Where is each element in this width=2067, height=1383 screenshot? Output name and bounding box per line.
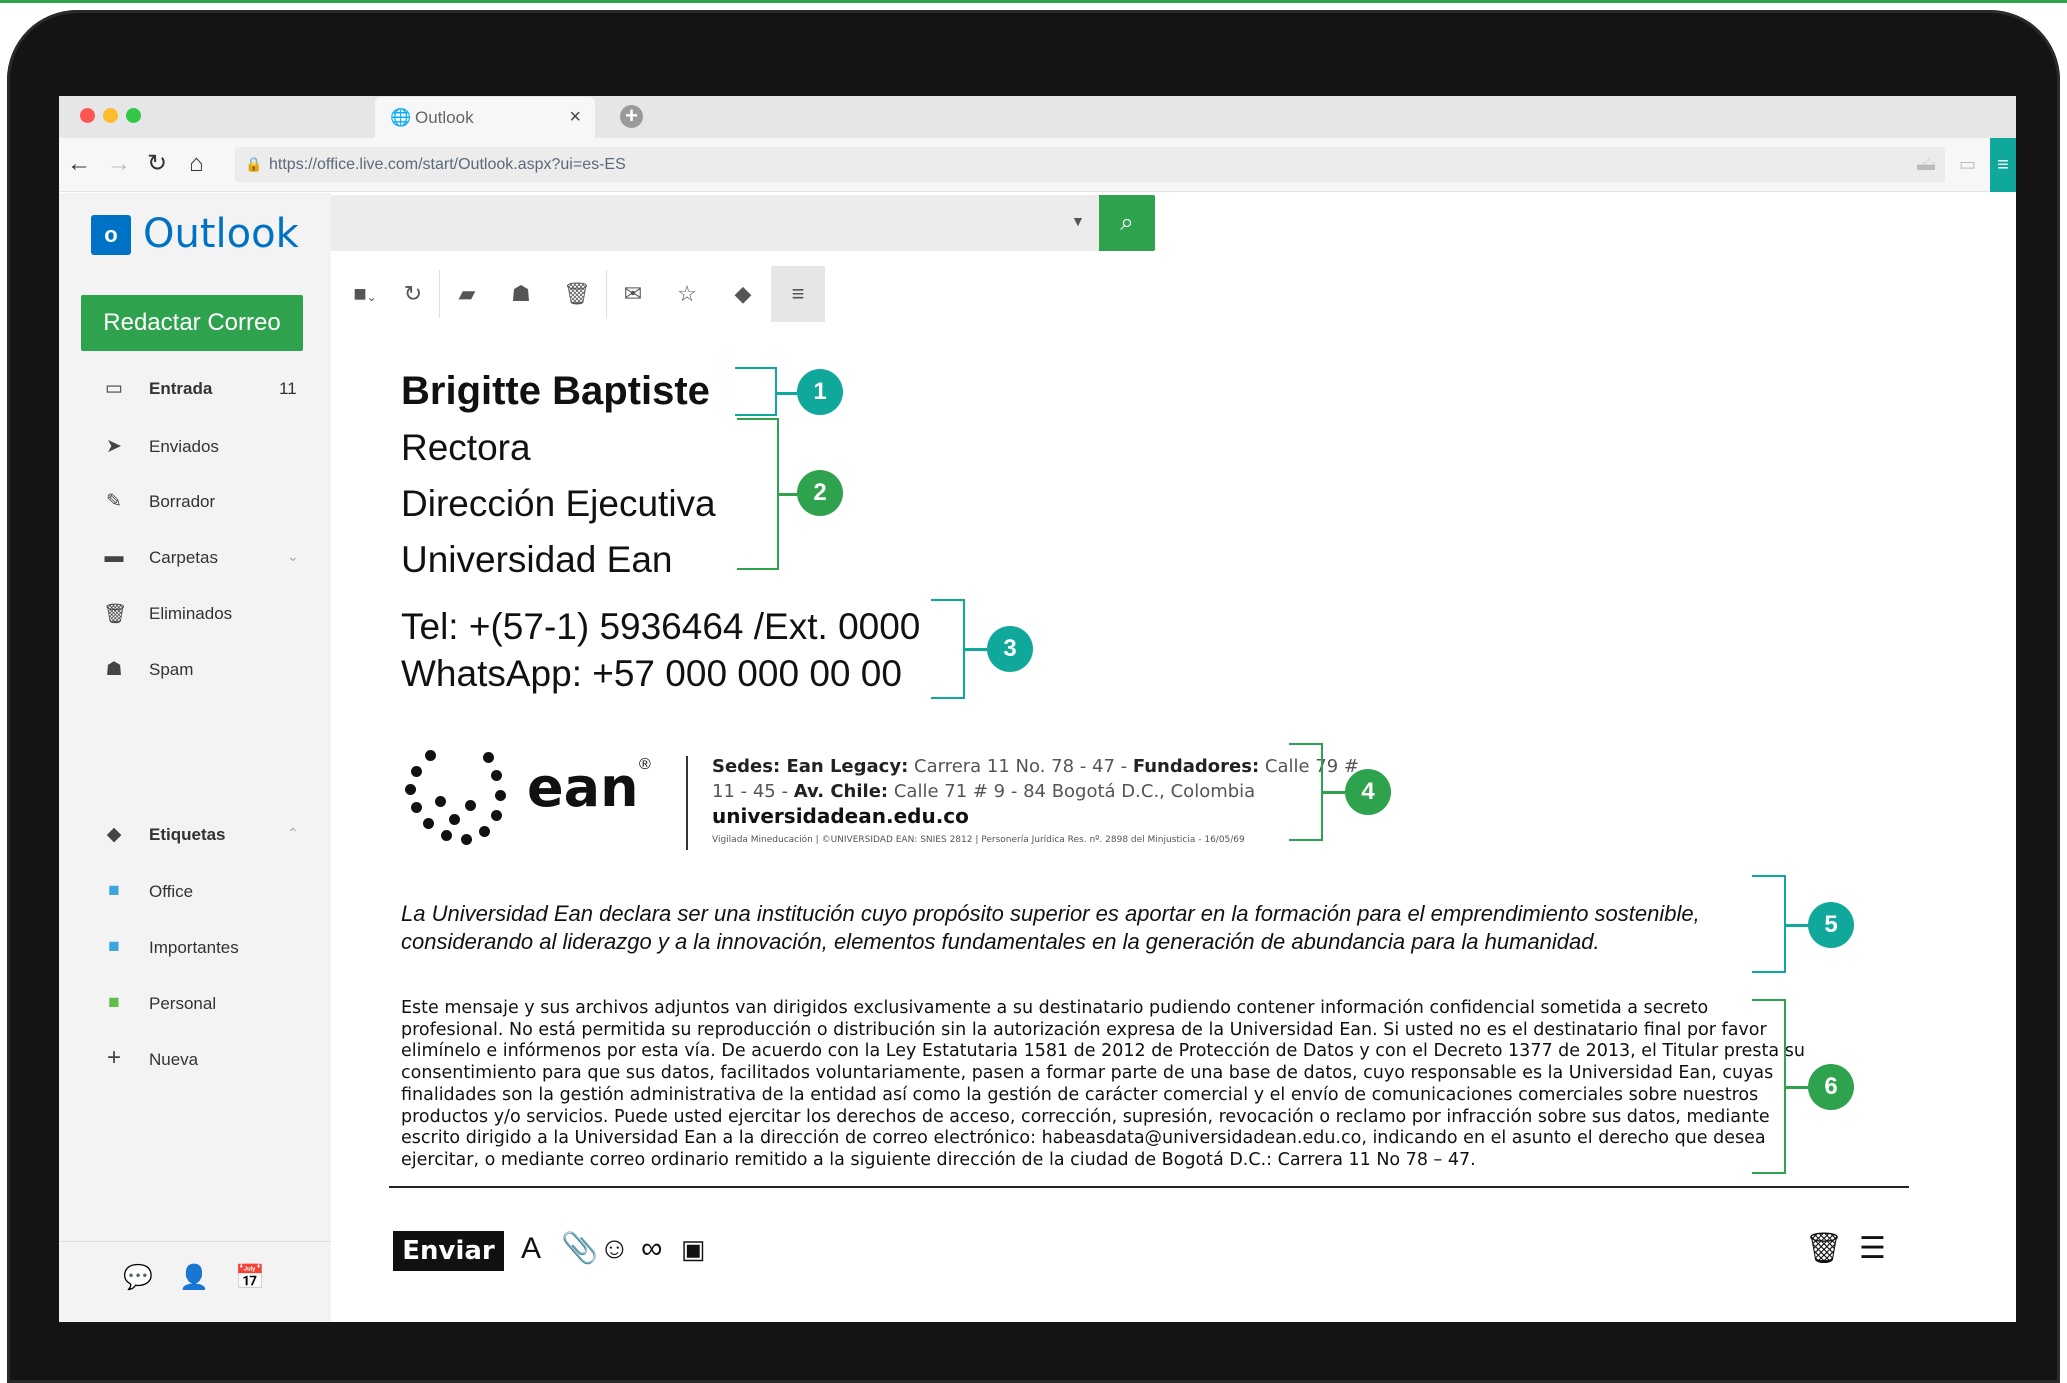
top-accent-line [0, 0, 2067, 3]
disclaimer-line: Este mensaje y sus archivos adjuntos van… [401, 998, 1709, 1018]
image-icon[interactable]: ▣ [681, 1229, 706, 1269]
annotation-marker-4: 4 [1345, 769, 1391, 815]
menu-icon[interactable]: ☰ [1859, 1229, 1886, 1269]
disclaimer-line: escrito dirigido a la Universidad Ean a … [401, 1128, 1766, 1149]
purpose-line: La Universidad Ean declara ser una insti… [401, 901, 1700, 926]
bracket-6 [1752, 999, 1786, 1174]
signature-phone: Tel: +(57-1) 5936464 /Ext. 0000 [401, 606, 921, 647]
bracket-stub [1786, 1086, 1808, 1089]
signature-department: Dirección Ejecutiva [401, 483, 716, 524]
purpose-line: considerando al liderazgo y a la innovac… [401, 929, 1600, 954]
bracket-1 [735, 367, 777, 416]
bracket-stub [1786, 924, 1808, 927]
disclaimer-line: productos y/o servicios. Puede usted eje… [401, 1106, 1770, 1127]
annotation-marker-5: 5 [1808, 902, 1854, 948]
screen: 🌐 Outlook × + ← → ↻ ⌂ 🔒 https://office.l… [59, 96, 2016, 1322]
signature-whatsapp: WhatsApp: +57 000 000 00 00 [401, 653, 902, 694]
disclaimer-line: profesional. No está permitida su reprod… [401, 1019, 1767, 1040]
signature-institution: Universidad Ean [401, 539, 673, 580]
signature-legal-small: Vigilada Mineducación | ©UNIVERSIDAD EAN… [712, 835, 1245, 845]
emoji-icon[interactable]: ☺ [599, 1229, 630, 1269]
email-body: Brigitte Baptiste Rectora Dirección Ejec… [59, 96, 2016, 1322]
signature-name: Brigitte Baptiste [401, 369, 710, 413]
bracket-stub [1323, 791, 1345, 794]
bracket-stub [965, 648, 987, 651]
link-icon[interactable]: ∞ [641, 1229, 662, 1269]
signature-website-link[interactable]: universidadean.edu.co [712, 804, 969, 828]
purpose-statement: La Universidad Ean declara ser una insti… [401, 900, 1700, 956]
annotation-marker-2: 2 [797, 470, 843, 516]
disclaimer-line: ejercitar, o mediante correo ordinario r… [401, 1149, 1476, 1170]
trash-icon[interactable]: 🗑 [1805, 1229, 1843, 1269]
disclaimer-line: elimínelo e infórmenos por esta vía. De … [401, 1041, 1805, 1062]
disclaimer-line: finalidades son la gestión administrativ… [401, 1084, 1759, 1105]
signature-title: Rectora [401, 427, 531, 468]
signature-address-line1: Sedes: Ean Legacy: Carrera 11 No. 78 - 4… [712, 756, 1359, 777]
legal-disclaimer: Este mensaje y sus archivos adjuntos van… [401, 998, 1805, 1172]
signature-address-line2: 11 - 45 - Av. Chile: Calle 71 # 9 - 84 B… [712, 781, 1256, 802]
ean-registered-mark: ® [639, 756, 651, 773]
bracket-stub [779, 493, 797, 496]
bracket-5 [1752, 875, 1786, 973]
ean-logo-word: ean [527, 756, 639, 819]
composer-divider [389, 1186, 1909, 1188]
annotation-marker-6: 6 [1808, 1064, 1854, 1110]
disclaimer-line: consentimiento para que sus datos, facil… [401, 1063, 1774, 1084]
annotation-marker-1: 1 [797, 369, 843, 415]
bracket-2 [737, 418, 779, 570]
annotation-marker-3: 3 [987, 626, 1033, 672]
send-button[interactable]: Enviar [393, 1231, 504, 1271]
bracket-4 [1289, 743, 1323, 841]
laptop-frame: 🌐 Outlook × + ← → ↻ ⌂ 🔒 https://office.l… [7, 10, 2060, 1383]
paperclip-icon[interactable]: 📎 [561, 1229, 598, 1269]
ean-logo-dots [405, 750, 515, 850]
bracket-stub [777, 392, 797, 395]
bracket-3 [931, 599, 965, 699]
text-format-icon[interactable]: A [521, 1229, 541, 1269]
signature-divider [686, 756, 688, 850]
